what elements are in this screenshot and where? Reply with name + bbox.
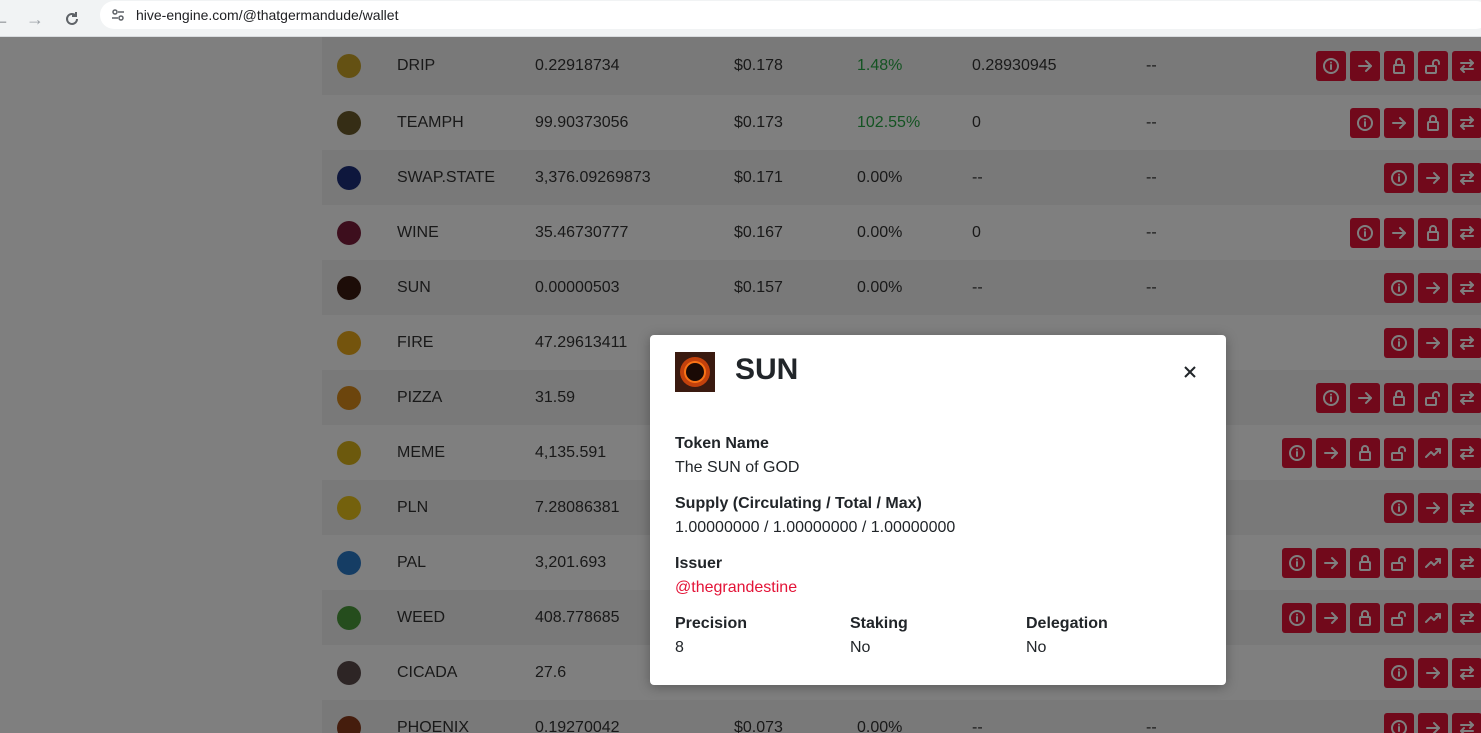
supply-label: Supply (Circulating / Total / Max) bbox=[675, 495, 922, 512]
delegation-label: Delegation bbox=[1026, 615, 1108, 632]
close-icon[interactable] bbox=[1179, 361, 1201, 383]
supply-value: 1.00000000 / 1.00000000 / 1.00000000 bbox=[675, 519, 956, 536]
site-settings-icon[interactable] bbox=[110, 7, 126, 23]
address-bar[interactable]: hive-engine.com/@thatgermandude/wallet bbox=[100, 1, 1481, 29]
back-arrow-icon[interactable]: ← bbox=[0, 4, 16, 34]
token-name-value: The SUN of GOD bbox=[675, 459, 800, 476]
issuer-link[interactable]: @thegrandestine bbox=[675, 579, 797, 597]
issuer-label: Issuer bbox=[675, 555, 723, 572]
staking-value: No bbox=[850, 639, 871, 656]
staking-label: Staking bbox=[850, 615, 908, 632]
token-name-label: Token Name bbox=[675, 435, 769, 452]
url-text: hive-engine.com/@thatgermandude/wallet bbox=[136, 7, 399, 23]
precision-value: 8 bbox=[675, 639, 684, 656]
reload-icon[interactable] bbox=[57, 4, 87, 34]
token-info-modal: SUN Token Name The SUN of GOD Supply (Ci… bbox=[650, 335, 1226, 685]
sun-token-logo bbox=[675, 352, 715, 392]
precision-label: Precision bbox=[675, 615, 748, 632]
modal-title: SUN bbox=[735, 353, 799, 386]
forward-arrow-icon[interactable]: → bbox=[20, 4, 50, 34]
browser-toolbar: ← → hive-engine.com/@thatgermandude/wall… bbox=[0, 0, 1481, 37]
delegation-value: No bbox=[1026, 639, 1047, 656]
